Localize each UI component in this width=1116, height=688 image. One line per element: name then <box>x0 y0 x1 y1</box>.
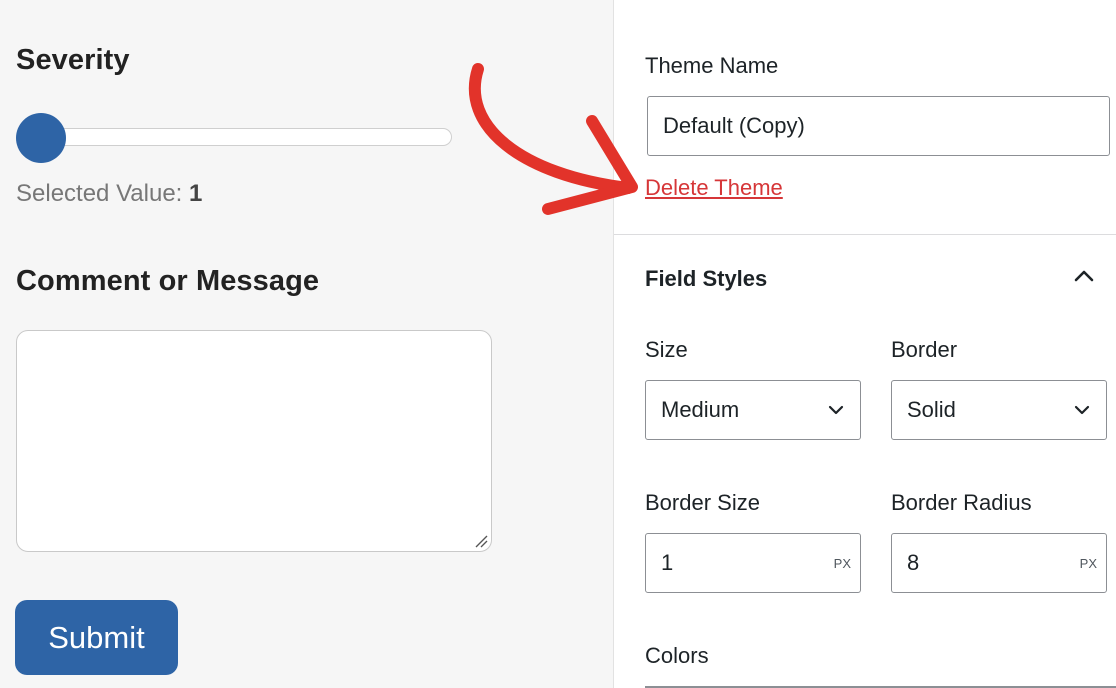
chevron-down-icon <box>1074 405 1090 415</box>
border-select-value: Solid <box>907 397 956 422</box>
border-radius-unit: PX <box>1079 555 1097 571</box>
selected-value-text: Selected Value: 1 <box>16 180 202 208</box>
curved-arrow-icon <box>468 63 638 215</box>
border-radius-input[interactable]: 8 PX <box>891 533 1107 593</box>
severity-slider-track[interactable] <box>32 128 452 146</box>
size-select[interactable]: Medium <box>645 380 861 440</box>
section-divider <box>614 234 1116 235</box>
comment-heading: Comment or Message <box>16 265 320 297</box>
selected-value-prefix: Selected Value: <box>16 180 190 207</box>
delete-theme-link[interactable]: Delete Theme <box>645 175 783 201</box>
border-select[interactable]: Solid <box>891 380 1107 440</box>
border-label: Border <box>891 337 958 362</box>
comment-textarea[interactable] <box>16 330 492 552</box>
selected-value-number: 1 <box>189 180 203 207</box>
chevron-up-icon[interactable] <box>1073 268 1095 284</box>
submit-button[interactable]: Submit <box>15 600 178 675</box>
border-size-value: 1 <box>661 550 674 575</box>
border-size-label: Border Size <box>645 490 760 515</box>
size-select-value: Medium <box>661 397 740 422</box>
border-radius-value: 8 <box>907 550 920 575</box>
chevron-down-icon <box>828 405 844 415</box>
field-styles-title[interactable]: Field Styles <box>645 266 767 292</box>
border-radius-label: Border Radius <box>891 490 1032 515</box>
border-size-input[interactable]: 1 PX <box>645 533 861 593</box>
severity-slider-thumb[interactable] <box>16 113 66 163</box>
border-size-unit: PX <box>833 555 851 571</box>
resize-handle-icon[interactable] <box>474 534 488 548</box>
theme-name-value: Default (Copy) <box>663 113 805 138</box>
colors-label: Colors <box>645 643 709 668</box>
size-label: Size <box>645 337 688 362</box>
severity-heading: Severity <box>16 44 130 76</box>
theme-name-input[interactable]: Default (Copy) <box>647 96 1110 156</box>
theme-settings-panel: Theme Name Default (Copy) Delete Theme F… <box>613 0 1116 688</box>
theme-name-label: Theme Name <box>645 53 779 78</box>
